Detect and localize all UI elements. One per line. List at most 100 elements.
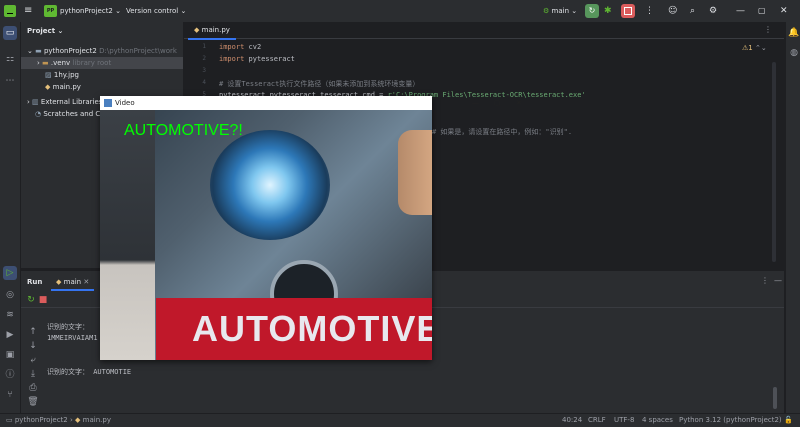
breadcrumb-project[interactable]: pythonProject2 [15, 416, 68, 424]
layers-icon[interactable]: ≋ [3, 308, 17, 322]
close-icon[interactable]: ✕ [83, 278, 89, 286]
run-tab-label: main [63, 278, 82, 286]
more-tools-icon[interactable]: ⋯ [3, 74, 17, 88]
soft-wrap-icon[interactable]: ⤶ [26, 353, 40, 367]
output-label: 识别的文字： [47, 323, 89, 331]
maximize-icon[interactable]: ▢ [494, 96, 501, 110]
lock-icon[interactable]: 🔓 [784, 414, 793, 426]
hand [398, 130, 432, 215]
code-text: pytesseract [244, 55, 295, 63]
tree-item-venv[interactable]: › ▬ .venv library root [21, 57, 183, 69]
close-icon[interactable]: ✕ [516, 96, 522, 110]
file-encoding[interactable]: UTF-8 [614, 414, 634, 426]
console-scrollbar[interactable] [773, 387, 777, 409]
code-comment: # 如果是，请设置在路径中，例如："识别". [432, 128, 573, 136]
tree-item-label: 1hy.jpg [53, 71, 79, 79]
library-icon: ▥ [32, 98, 39, 106]
warning-count: 1 [748, 44, 753, 52]
right-tool-strip: 🔔 ◍ [785, 22, 800, 414]
project-tool-icon[interactable]: ▭ [3, 26, 17, 40]
git-icon[interactable]: ⑂ [3, 388, 17, 402]
pycharm-logo-icon [4, 5, 16, 17]
breadcrumb-file[interactable]: main.py [83, 416, 111, 424]
interpreter-selector[interactable]: Python 3.12 (pythonProject2) [679, 414, 782, 426]
vcs-menu[interactable]: Version control ⌄ [126, 0, 186, 22]
minimize-icon[interactable]: — [472, 96, 479, 110]
output-value: AUTOMOTIE [93, 368, 132, 376]
code-line: import cv2 [219, 43, 261, 51]
image-file-icon: ▨ [45, 71, 52, 79]
tree-item-label: main.py [52, 83, 81, 91]
trash-icon[interactable]: 🗑 [26, 395, 40, 409]
video-window-title-bar[interactable]: Video — ▢ ✕ [100, 96, 522, 111]
account-icon[interactable]: ☺ [668, 0, 677, 22]
run-options-icon[interactable]: ⋮ [761, 276, 769, 285]
folder-icon: ▬ [42, 59, 49, 67]
structure-tool-icon[interactable]: ⚏ [3, 52, 17, 66]
rerun-icon[interactable]: ↻ [585, 4, 599, 18]
output-line: 1MMEIRVAIAM1 [47, 334, 98, 342]
output-label: 识别的文字： [47, 368, 89, 376]
more-actions-icon[interactable]: ⋮ [645, 0, 654, 22]
tab-label: main.py [201, 26, 230, 34]
tree-item-image[interactable]: ▨ 1hy.jpg [21, 69, 183, 81]
tab-options-icon[interactable]: ⋮ [764, 25, 772, 34]
project-panel-title[interactable]: Project ⌄ [27, 27, 63, 35]
python-file-icon: ◆ [56, 278, 62, 286]
chevron-right-icon: › [69, 416, 73, 424]
line-number: 3 [202, 67, 206, 74]
tree-root[interactable]: ⌄ ▬ pythonProject2 D:\pythonProject\work [21, 45, 183, 57]
tree-item-hint: library root [72, 59, 112, 67]
main-menu-icon[interactable]: ≡ [24, 0, 32, 22]
project-switcher[interactable]: pythonProject2 ⌄ [60, 0, 121, 22]
code-keyword: import [219, 43, 245, 51]
python-file-icon: ◆ [75, 416, 81, 424]
sign-text: AUTOMOTIVE [192, 308, 432, 349]
wall-area [100, 110, 155, 360]
debug-icon[interactable]: ✱ [604, 0, 612, 22]
minimize-icon[interactable]: — [736, 0, 745, 22]
python-file-icon: ◆ [45, 83, 51, 91]
scratches-icon: ◔ [35, 110, 42, 118]
settings-gear-icon[interactable]: ⚙ [709, 0, 717, 22]
problems-icon[interactable]: ⓘ [3, 368, 17, 382]
minimize-panel-icon[interactable]: — [774, 276, 782, 285]
notifications-icon[interactable]: 🔔 [787, 26, 800, 40]
python-packages-icon[interactable]: ◎ [3, 288, 17, 302]
run-config-label: main [551, 7, 570, 15]
output-line: 识别的文字： AUTOMOTIE [47, 367, 131, 377]
breadcrumb: ▭ pythonProject2 › ◆ main.py [6, 414, 111, 426]
run-tool-icon[interactable]: ▷ [3, 266, 17, 280]
stop-icon[interactable] [621, 4, 635, 18]
close-icon[interactable]: ✕ [780, 0, 788, 22]
folder-icon: ▬ [35, 47, 42, 55]
print-icon[interactable]: ⎙ [26, 381, 40, 395]
scroll-down-icon[interactable]: ↓ [26, 339, 40, 353]
terminal-icon[interactable]: ▣ [3, 348, 17, 362]
indent-setting[interactable]: 4 spaces [642, 414, 673, 426]
vcs-label: Version control [126, 7, 179, 15]
services-icon[interactable]: ▶ [3, 328, 17, 342]
project-badge: PP [44, 5, 57, 17]
tree-item-label: External Libraries [40, 98, 103, 106]
run-config-selector[interactable]: ⚙ main ⌄ [543, 0, 577, 22]
run-tab-main[interactable]: ◆ main ✕ [51, 275, 95, 291]
python-run-icon: ⚙ [543, 7, 550, 15]
line-separator[interactable]: CRLF [588, 414, 606, 426]
line-number: 1 [202, 43, 206, 50]
code-keyword: import [219, 55, 245, 63]
editor-scrollbar[interactable] [772, 62, 776, 262]
caret-position[interactable]: 40:24 [562, 414, 582, 426]
line-number: 2 [202, 55, 206, 62]
scroll-to-end-icon[interactable]: ⤓ [26, 367, 40, 381]
scroll-up-icon[interactable]: ↑ [26, 325, 40, 339]
database-icon[interactable]: ◍ [787, 46, 800, 60]
search-icon[interactable]: ⌕ [690, 0, 695, 22]
stop-icon[interactable]: ■ [36, 293, 50, 307]
output-value: 1MMEIRVAIAM1 [47, 334, 98, 342]
headlight-graphic [210, 130, 330, 240]
tree-item-main[interactable]: ◆ main.py [21, 81, 183, 93]
maximize-icon[interactable]: ▢ [758, 0, 766, 22]
root-name: pythonProject2 [43, 47, 97, 55]
warning-indicator[interactable]: ⚠1 ⌃⌄ [742, 44, 767, 52]
